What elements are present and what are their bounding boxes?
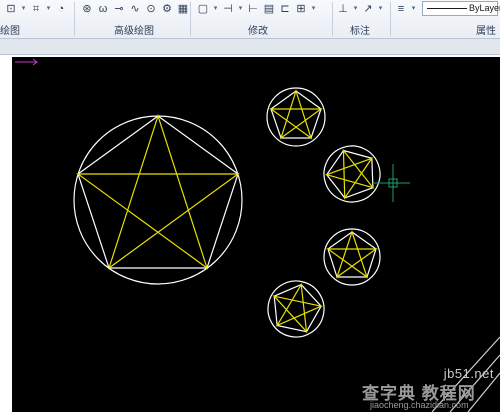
- ribbon: ⊡ ▾ ⌗ ▾ ◔ 绘图 ⊛ ω ⊸ ∿ ⊙ ⚙ ▦ 高级绘图 ▢ ▾ ⊣ ▾ …: [0, 0, 500, 39]
- panel-label-annotate: 标注: [350, 26, 370, 37]
- donut-icon[interactable]: ⊙: [144, 2, 158, 16]
- lineweight-dropdown[interactable]: ByLayer: [422, 1, 500, 16]
- leader-icon[interactable]: ↗: [361, 2, 375, 16]
- large-circumcircle: [73, 115, 243, 285]
- watermark-url: jiaocheng.chazidian.com: [370, 400, 469, 410]
- panel-label-properties: 属性: [476, 26, 496, 37]
- large-star-figure[interactable]: [73, 114, 243, 285]
- lineweight-sample-line: [427, 8, 467, 9]
- chevron-down-icon[interactable]: ▾: [377, 2, 384, 16]
- boundary-icon[interactable]: ⌗: [29, 2, 43, 16]
- panel-divider: [74, 2, 75, 36]
- lineweight-value: ByLayer: [469, 3, 500, 13]
- drawing-canvas[interactable]: [12, 57, 500, 412]
- panel-draw: ⊡ ▾ ⌗ ▾ ◔ 绘图: [0, 0, 74, 38]
- ucs-icon: [15, 58, 38, 66]
- panel-annotate: ⊥ ▾ ↗ ▾ 标注: [334, 0, 388, 38]
- small-circumcircle: [266, 87, 326, 147]
- chevron-down-icon[interactable]: ▾: [410, 2, 417, 16]
- trim-icon[interactable]: ⊣: [221, 2, 235, 16]
- panel-advanced-draw: ⊛ ω ⊸ ∿ ⊙ ⚙ ▦ 高级绘图: [76, 0, 188, 38]
- small-pentagram: [272, 282, 324, 334]
- gear-icon[interactable]: ⚙: [160, 2, 174, 16]
- wipeout-icon[interactable]: ⊸: [112, 2, 126, 16]
- block-insert-icon[interactable]: ⊡: [4, 2, 18, 16]
- document-icon[interactable]: ▤: [262, 2, 276, 16]
- small-star-figure[interactable]: [323, 228, 381, 286]
- revcloud-icon[interactable]: ⊛: [80, 2, 94, 16]
- panel-divider: [332, 2, 333, 36]
- helix-icon[interactable]: ∿: [128, 2, 142, 16]
- small-star-figure[interactable]: [316, 138, 388, 210]
- chevron-down-icon[interactable]: ▾: [20, 2, 27, 16]
- region-icon[interactable]: ◔: [54, 2, 68, 16]
- extend-icon[interactable]: ⊢: [246, 2, 260, 16]
- mirror-icon[interactable]: ⊏: [278, 2, 292, 16]
- lineweight-icon[interactable]: ≡: [394, 2, 408, 16]
- chevron-down-icon[interactable]: ▾: [237, 2, 244, 16]
- small-star-figure[interactable]: [266, 87, 326, 147]
- chevron-down-icon[interactable]: ▾: [352, 2, 359, 16]
- chevron-down-icon[interactable]: ▾: [310, 2, 317, 16]
- panel-label-advanced-draw: 高级绘图: [114, 26, 154, 37]
- array-icon[interactable]: ⊞: [294, 2, 308, 16]
- ribbon-panel-bar: [0, 39, 500, 55]
- small-star-figure[interactable]: [263, 276, 329, 342]
- panel-modify: ▢ ▾ ⊣ ▾ ⊢ ▤ ⊏ ⊞ ▾ 修改: [192, 0, 330, 38]
- panel-divider: [390, 2, 391, 36]
- watermark: jb51.net 查字典 教程网 jiaocheng.chazidian.com: [362, 366, 500, 412]
- panel-label-draw: 绘图: [0, 26, 20, 37]
- spline-icon[interactable]: ω: [96, 2, 110, 16]
- chevron-down-icon[interactable]: ▾: [45, 2, 52, 16]
- drawing-svg: [15, 58, 500, 412]
- drawing-viewport: [0, 55, 500, 412]
- chevron-down-icon[interactable]: ▾: [212, 2, 219, 16]
- copy-icon[interactable]: ▢: [196, 2, 210, 16]
- table-icon[interactable]: ▦: [176, 2, 190, 16]
- panel-divider: [190, 2, 191, 36]
- panel-label-modify: 修改: [248, 26, 268, 37]
- dimension-icon[interactable]: ⊥: [336, 2, 350, 16]
